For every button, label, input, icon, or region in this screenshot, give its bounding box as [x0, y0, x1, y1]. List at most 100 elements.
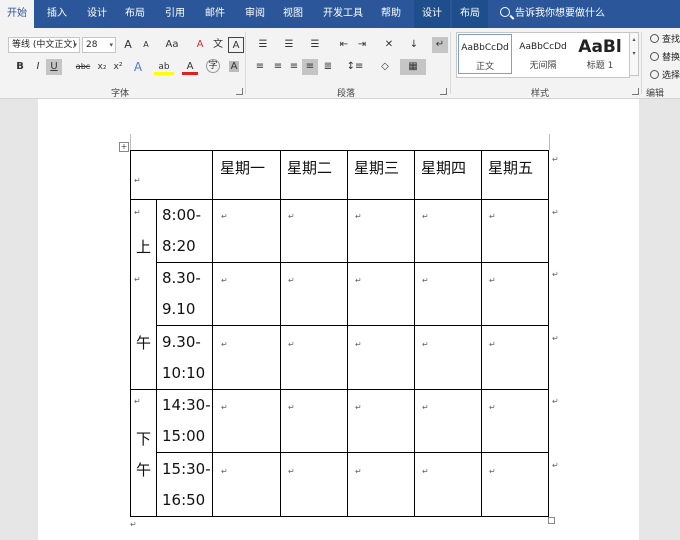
- select-button[interactable]: 选择: [650, 68, 680, 81]
- distributed-icon: ≣: [323, 61, 333, 72]
- paragraph-dialog-launcher[interactable]: [440, 88, 447, 95]
- table-border: [130, 516, 549, 517]
- numbering-button[interactable]: ☰: [278, 37, 300, 53]
- tab-table-design[interactable]: 设计: [414, 0, 450, 28]
- phonetic-guide-button[interactable]: 文: [210, 37, 226, 53]
- subscript-button[interactable]: x₂: [94, 59, 110, 75]
- paragraph-mark: ↵: [552, 155, 559, 164]
- time-cell-end[interactable]: 15:00: [162, 427, 205, 445]
- time-cell-start[interactable]: 8:00-: [162, 206, 201, 224]
- superscript-button[interactable]: x²: [110, 59, 126, 75]
- line-spacing-button[interactable]: ↕≡: [344, 59, 366, 75]
- font-dialog-launcher[interactable]: [236, 88, 243, 95]
- styles-gallery: AaBbCcDd 正文 AaBbCcDd 无间隔 AaBl 标题 1: [456, 32, 630, 78]
- period-cell-morning-2[interactable]: 午: [136, 332, 151, 353]
- tell-me-search[interactable]: 告诉我你想要做什么: [500, 0, 605, 28]
- font-color-button[interactable]: A: [182, 59, 198, 75]
- time-cell-end[interactable]: 10:10: [162, 364, 205, 382]
- tab-home[interactable]: 开始: [0, 0, 34, 29]
- time-cell-end[interactable]: 16:50: [162, 491, 205, 509]
- paragraph-mark: ↵: [355, 276, 362, 285]
- tab-mailings[interactable]: 邮件: [198, 0, 232, 28]
- strikethrough-button[interactable]: abc: [72, 59, 94, 75]
- ribbon-tab-bar: 开始 插入 设计 布局 引用 邮件 审阅 视图 开发工具 帮助 设计 布局 告诉…: [0, 0, 680, 29]
- header-cell-thursday[interactable]: 星期四: [421, 157, 466, 178]
- bold-button[interactable]: B: [12, 59, 28, 75]
- align-right-button[interactable]: ≡: [286, 59, 302, 75]
- find-button[interactable]: 查找: [650, 32, 680, 45]
- paragraph-mark: ↵: [221, 340, 228, 349]
- time-cell-start[interactable]: 9.30-: [162, 333, 201, 351]
- tab-layout[interactable]: 布局: [118, 0, 152, 28]
- chevron-down-icon: ▾: [73, 41, 77, 49]
- show-marks-button[interactable]: ↵: [432, 37, 448, 53]
- tab-developer[interactable]: 开发工具: [318, 0, 368, 28]
- table-resize-handle[interactable]: [548, 517, 555, 524]
- period-cell-afternoon-1[interactable]: 下: [136, 428, 151, 449]
- char-border-button[interactable]: A: [228, 37, 244, 53]
- decrease-indent-button[interactable]: ⇤: [336, 37, 352, 53]
- tab-design[interactable]: 设计: [80, 0, 114, 28]
- align-right-icon: ≡: [289, 61, 299, 72]
- highlight-button[interactable]: ab: [154, 59, 174, 75]
- header-cell-wednesday[interactable]: 星期三: [354, 157, 399, 178]
- tab-insert[interactable]: 插入: [40, 0, 74, 28]
- styles-gallery-scroll[interactable]: ▴ ▾: [629, 32, 639, 76]
- italic-button[interactable]: I: [30, 59, 46, 75]
- paragraph-mark: ↵: [489, 403, 496, 412]
- sort-button[interactable]: ↓: [406, 37, 422, 53]
- char-shading-button[interactable]: A: [226, 59, 242, 75]
- grow-font-button[interactable]: A: [120, 37, 136, 53]
- change-case-button[interactable]: Aa: [160, 37, 184, 53]
- align-left-button[interactable]: ≡: [252, 59, 268, 75]
- justify-button[interactable]: ≡: [302, 59, 318, 75]
- tab-view[interactable]: 视图: [276, 0, 310, 28]
- tab-table-layout[interactable]: 布局: [452, 0, 488, 28]
- borders-button[interactable]: ▦: [400, 59, 426, 75]
- chevron-down-icon: ▾: [109, 41, 113, 49]
- style-no-spacing[interactable]: AaBbCcDd 无间隔: [515, 34, 571, 74]
- time-cell-start[interactable]: 14:30-: [162, 396, 211, 414]
- increase-indent-button[interactable]: ⇥: [354, 37, 370, 53]
- bullets-button[interactable]: ☰: [252, 37, 274, 53]
- underline-button[interactable]: U: [46, 59, 62, 75]
- time-cell-end[interactable]: 8:20: [162, 237, 196, 255]
- table-border: [130, 150, 549, 151]
- text-effects-button[interactable]: A: [130, 59, 146, 75]
- font-size-select[interactable]: 28 ▾: [82, 37, 116, 53]
- tab-review[interactable]: 审阅: [238, 0, 272, 28]
- shrink-font-button[interactable]: A: [138, 37, 154, 53]
- shading-button[interactable]: ◇: [374, 59, 396, 75]
- tab-help[interactable]: 帮助: [374, 0, 408, 28]
- enclose-char-button[interactable]: 字: [206, 59, 220, 73]
- clear-formatting-button[interactable]: A: [192, 37, 208, 53]
- font-name-select[interactable]: 等线 (中文正文) ▾: [8, 37, 80, 53]
- period-cell-morning-1[interactable]: 上: [136, 236, 151, 257]
- styles-group-label: 样式: [530, 89, 549, 99]
- align-center-button[interactable]: ≡: [270, 59, 286, 75]
- header-cell-friday[interactable]: 星期五: [488, 157, 533, 178]
- time-cell-start[interactable]: 15:30-: [162, 460, 211, 478]
- style-heading-1[interactable]: AaBl 标题 1: [573, 34, 627, 74]
- header-cell-tuesday[interactable]: 星期二: [287, 157, 332, 178]
- period-cell-afternoon-2[interactable]: 午: [136, 459, 151, 480]
- align-left-icon: ≡: [255, 61, 265, 72]
- lightbulb-search-icon: [500, 7, 510, 17]
- style-normal[interactable]: AaBbCcDd 正文: [458, 34, 512, 74]
- header-cell-monday[interactable]: 星期一: [220, 157, 265, 178]
- table-border: [481, 150, 482, 517]
- time-cell-start[interactable]: 8.30-: [162, 269, 201, 287]
- borders-icon: ▦: [408, 61, 418, 72]
- time-cell-end[interactable]: 9.10: [162, 300, 195, 318]
- find-label: 查找: [662, 35, 680, 45]
- styles-dialog-launcher[interactable]: [632, 88, 639, 95]
- paragraph-mark: ↵: [422, 212, 429, 221]
- replace-button[interactable]: 替换: [650, 50, 680, 63]
- tab-references[interactable]: 引用: [158, 0, 192, 28]
- chinese-layout-button[interactable]: ✕: [378, 37, 400, 53]
- multilevel-list-button[interactable]: ☰: [304, 37, 326, 53]
- table-move-handle[interactable]: +: [119, 142, 129, 152]
- style-sample: AaBl: [578, 37, 622, 57]
- style-name: 正文: [475, 62, 494, 72]
- distributed-button[interactable]: ≣: [320, 59, 336, 75]
